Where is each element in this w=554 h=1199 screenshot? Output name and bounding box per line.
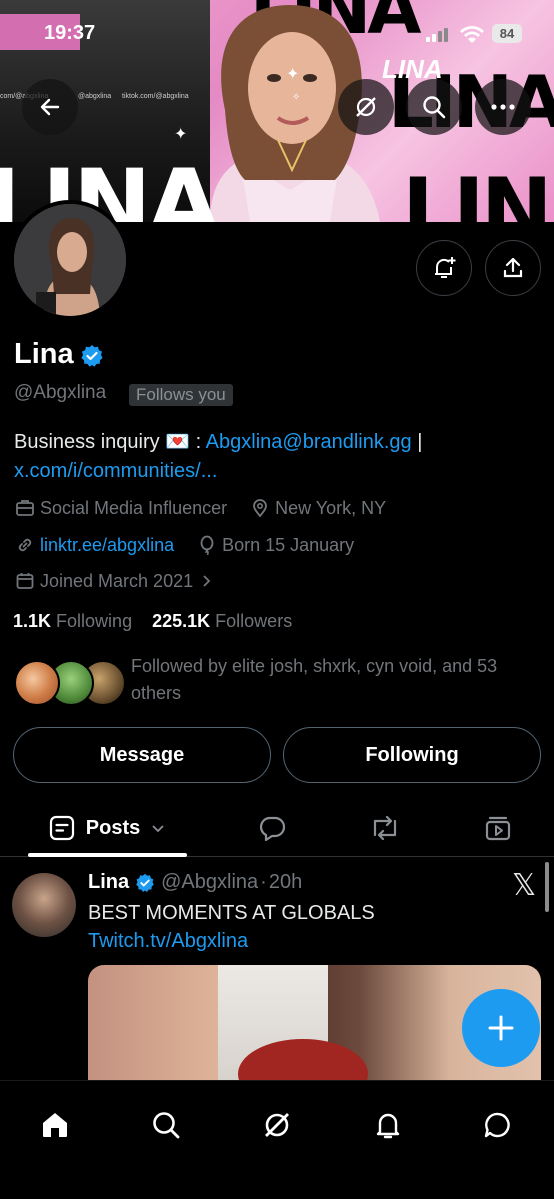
messages-icon bbox=[484, 1112, 510, 1138]
reply-icon bbox=[259, 816, 286, 842]
signal-icon bbox=[426, 28, 448, 42]
post-header: Lina @Abgxlina · 20h bbox=[88, 871, 302, 894]
profile-category: Social Media Influencer bbox=[40, 497, 228, 518]
compose-post-button[interactable] bbox=[462, 989, 540, 1067]
nav-home[interactable] bbox=[31, 1101, 79, 1149]
profile-birthday: Born 15 January bbox=[222, 534, 355, 555]
followers-count: 225.1K bbox=[152, 611, 211, 631]
tab-replies[interactable] bbox=[244, 800, 300, 856]
search-button[interactable] bbox=[406, 79, 462, 135]
more-button[interactable] bbox=[475, 79, 531, 135]
tab-posts-label: Posts bbox=[85, 816, 141, 839]
bottom-navigation bbox=[0, 1080, 554, 1199]
following-label: Following bbox=[56, 611, 133, 631]
profile-avatar[interactable] bbox=[10, 200, 130, 320]
search-icon bbox=[423, 96, 446, 119]
chevron-down-icon bbox=[152, 825, 164, 833]
followed-by-text[interactable]: Followed by elite josh, shxrk, cyn void,… bbox=[131, 653, 541, 707]
banner-url-right: tiktok.com/@abgxlina bbox=[122, 93, 189, 100]
profile-website-link[interactable]: linktr.ee/abgxlina bbox=[40, 535, 174, 556]
post-text: BEST MOMENTS AT GLOBALS bbox=[88, 902, 375, 924]
post-author-avatar[interactable] bbox=[12, 873, 76, 937]
nav-grok[interactable] bbox=[253, 1101, 301, 1149]
following-count-link[interactable]: 1.1K Following bbox=[13, 611, 132, 631]
status-bar: 19:37 84 bbox=[0, 22, 554, 48]
back-arrow-icon bbox=[40, 98, 60, 116]
banner-url-mid: @abgxlina bbox=[78, 93, 112, 100]
bio-text: Business inquiry bbox=[14, 431, 166, 453]
posts-icon bbox=[49, 815, 74, 841]
notification-add-icon bbox=[435, 257, 456, 278]
grok-nav-icon bbox=[265, 1113, 289, 1137]
profile-location: New York, NY bbox=[275, 497, 387, 518]
followers-count-link[interactable]: 225.1K Followers bbox=[152, 611, 292, 631]
follows-you-badge: Follows you bbox=[129, 384, 233, 406]
message-button[interactable]: Message bbox=[13, 727, 271, 783]
back-button[interactable] bbox=[22, 79, 78, 135]
tab-posts[interactable]: Posts bbox=[28, 800, 186, 856]
compose-plus-icon bbox=[488, 1015, 514, 1041]
nav-messages[interactable] bbox=[474, 1101, 522, 1149]
share-profile-button[interactable] bbox=[485, 240, 541, 296]
bio-communities-link[interactable]: x.com/i/communities/... bbox=[14, 460, 217, 482]
sparkle-icon: ✦ bbox=[286, 66, 300, 83]
sparkle-icon: ✧ bbox=[292, 92, 301, 103]
verified-icon[interactable] bbox=[80, 344, 104, 368]
chevron-right-icon bbox=[195, 570, 217, 592]
tab-reposts[interactable] bbox=[357, 800, 413, 856]
post-dot: · bbox=[260, 871, 267, 893]
grok-button[interactable] bbox=[338, 79, 394, 135]
status-time: 19:37 bbox=[44, 22, 96, 44]
profile-bio: Business inquiry 💌 : Abgxlina@brandlink.… bbox=[14, 428, 544, 486]
following-button[interactable]: Following bbox=[283, 727, 541, 783]
profile-meta-row-2: linktr.ee/abgxlina Born 15 January bbox=[14, 534, 354, 556]
banner-text-bottom-right: LINA bbox=[402, 160, 554, 222]
following-count: 1.1K bbox=[13, 611, 52, 631]
profile-tabs: Posts bbox=[0, 800, 554, 857]
profile-joined: Joined March 2021 bbox=[40, 570, 194, 591]
wifi-icon bbox=[460, 26, 484, 43]
followers-label: Followers bbox=[215, 611, 293, 631]
notification-subscribe-button[interactable] bbox=[416, 240, 472, 296]
bio-separator: : bbox=[190, 431, 206, 453]
tab-media[interactable] bbox=[470, 800, 526, 856]
followed-by-avatars[interactable] bbox=[14, 660, 126, 708]
grok-icon bbox=[356, 97, 376, 117]
nav-search[interactable] bbox=[142, 1101, 190, 1149]
x-logo-icon: 𝕏 bbox=[512, 868, 537, 903]
bio-pipe: | bbox=[411, 431, 423, 453]
post-author-name[interactable]: Lina bbox=[88, 871, 129, 894]
repost-icon bbox=[373, 815, 397, 841]
media-icon bbox=[485, 816, 511, 841]
avatar bbox=[14, 660, 60, 706]
verified-icon bbox=[136, 873, 154, 892]
more-icon bbox=[491, 104, 515, 110]
profile-handle: @Abgxlina bbox=[14, 382, 107, 403]
search-icon bbox=[153, 1112, 180, 1139]
follow-counts: 1.1K Following 225.1K Followers bbox=[13, 611, 292, 632]
avatar-photo bbox=[14, 204, 126, 316]
tab-active-indicator bbox=[28, 853, 187, 857]
battery-indicator: 84 bbox=[492, 24, 522, 43]
post-author-handle: @Abgxlina bbox=[161, 871, 259, 893]
scrollbar[interactable] bbox=[545, 862, 549, 912]
bio-email-link[interactable]: Abgxlina@brandlink.gg bbox=[206, 431, 412, 453]
profile-name: Lina bbox=[14, 338, 74, 370]
post-link[interactable]: Twitch.tv/Abgxlina bbox=[88, 927, 248, 955]
profile-joined-row[interactable]: Joined March 2021 bbox=[14, 570, 221, 592]
balloon-icon bbox=[196, 534, 218, 556]
share-icon bbox=[503, 257, 523, 278]
home-icon bbox=[43, 1113, 67, 1137]
bell-icon bbox=[376, 1113, 400, 1139]
location-icon bbox=[249, 497, 271, 519]
banner-text-left: LINA bbox=[0, 150, 220, 222]
sparkle-icon: ✦ bbox=[174, 126, 188, 143]
nav-notifications[interactable] bbox=[364, 1101, 412, 1149]
briefcase-icon bbox=[14, 497, 36, 519]
profile-meta-row-1: Social Media Influencer New York, NY bbox=[14, 497, 386, 519]
link-icon bbox=[14, 534, 36, 556]
bio-emoji: 💌 bbox=[165, 431, 191, 453]
post-time: 20h bbox=[268, 871, 303, 893]
calendar-icon bbox=[14, 570, 36, 592]
